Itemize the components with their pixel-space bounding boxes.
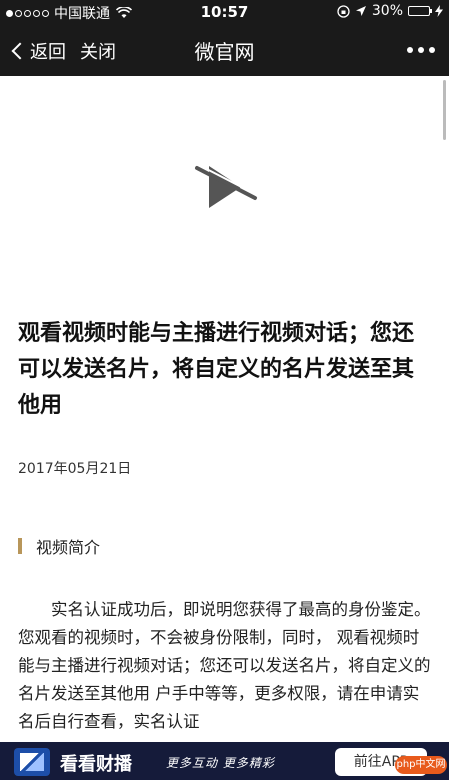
- section-header: 视频简介: [18, 534, 100, 558]
- video-player[interactable]: [0, 76, 440, 308]
- article-date: 2017年05月21日: [18, 461, 132, 477]
- article-body: 实名认证成功后，即说明您获得了最高的身份鉴定。您观看的视频时，不会被身份限制，同…: [18, 600, 431, 731]
- banner-brand: 看看财播: [60, 754, 132, 775]
- nav-bar: 返回 关闭 微官网: [0, 24, 449, 76]
- charging-icon: [435, 5, 443, 17]
- battery-icon: [408, 6, 432, 16]
- location-icon: [355, 6, 366, 16]
- section-label: 视频简介: [36, 538, 101, 557]
- rotation-lock-icon: [337, 4, 350, 18]
- status-right: 30%: [337, 3, 443, 19]
- app-logo-icon: [14, 748, 50, 776]
- app-banner[interactable]: 看看财播 更多互动 更多精彩 前往APP php中文网: [0, 742, 449, 780]
- banner-slogan: 更多互动 更多精彩: [166, 756, 275, 770]
- more-dots-icon[interactable]: [407, 47, 435, 53]
- article-title: 观看视频时能与主播进行视频对话；您还可以发送名片，将自定义的名片发送至其他用: [18, 321, 415, 418]
- watermark: php中文网: [395, 756, 447, 774]
- status-bar: 中国联通 10:57 30%: [0, 0, 449, 24]
- battery-percent: 30%: [371, 3, 403, 19]
- page-title: 微官网: [194, 40, 255, 64]
- scrollbar[interactable]: [443, 80, 446, 140]
- article-content[interactable]: 观看视频时能与主播进行视频对话；您还可以发送名片，将自定义的名片发送至其他用 2…: [0, 76, 449, 742]
- video-disabled-icon[interactable]: [183, 156, 259, 216]
- section-accent-bar: [18, 538, 22, 554]
